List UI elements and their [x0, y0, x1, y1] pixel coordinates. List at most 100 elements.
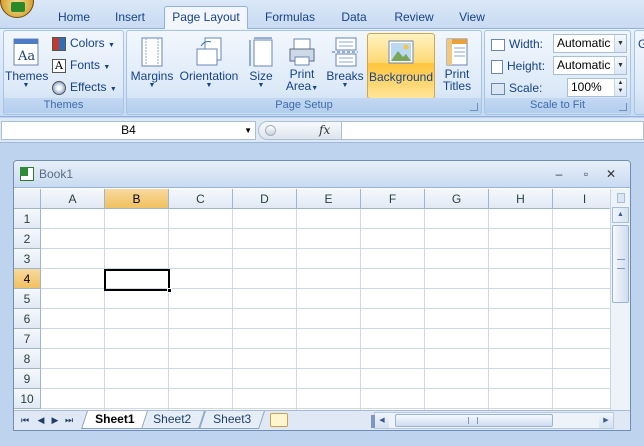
row-header-10[interactable]: 10: [14, 389, 41, 409]
scroll-left-icon[interactable]: ◀: [375, 413, 389, 428]
print-titles-icon: [446, 38, 468, 66]
tab-formulas[interactable]: Formulas: [260, 9, 320, 29]
page-setup-dialog-launcher-icon[interactable]: [470, 103, 478, 111]
height-label-text: Height:: [507, 59, 546, 73]
spinner-arrows-icon[interactable]: ▲ ▼: [614, 79, 626, 96]
print-area-label-2: Area: [285, 79, 312, 93]
width-icon: [491, 38, 505, 51]
effects-button[interactable]: Effects ▼: [52, 77, 117, 97]
tab-data[interactable]: Data: [338, 9, 370, 29]
colors-button[interactable]: Colors ▼: [52, 33, 115, 53]
close-icon[interactable]: ✕: [602, 165, 620, 183]
ribbon-tab-bar: Home Insert Page Layout Formulas Data Re…: [0, 0, 644, 30]
formula-controls: fx: [258, 121, 342, 140]
vertical-scroll-thumb[interactable]: [612, 225, 629, 303]
fill-handle[interactable]: [167, 288, 172, 293]
orientation-button[interactable]: Orientation ▼: [177, 33, 241, 99]
effects-label: Effects: [70, 80, 107, 94]
column-header-e[interactable]: E: [297, 189, 361, 209]
themes-label: Themes: [5, 69, 49, 83]
name-box[interactable]: B4 ▼: [1, 121, 256, 140]
background-button[interactable]: Background: [367, 33, 435, 99]
row-header-4[interactable]: 4: [14, 269, 41, 289]
split-box[interactable]: [617, 193, 625, 203]
width-dropdown[interactable]: Automatic ▼: [553, 34, 627, 53]
column-header-d[interactable]: D: [233, 189, 297, 209]
print-titles-button[interactable]: Print Titles: [437, 33, 477, 99]
office-logo-icon: [11, 2, 25, 12]
column-header-i[interactable]: I: [553, 189, 610, 209]
worksheet-grid[interactable]: A B C D E F G H I 1 2 3 4 5 6 7 8 9 10: [14, 189, 610, 410]
row-header-9[interactable]: 9: [14, 369, 41, 389]
sheet-tab-sheet1[interactable]: Sheet1: [81, 411, 149, 429]
sheet-tab-sheet2[interactable]: Sheet2: [139, 411, 205, 429]
column-header-a[interactable]: A: [41, 189, 105, 209]
themes-button[interactable]: Aa Themes ▼: [5, 33, 49, 99]
restore-icon[interactable]: ▫: [577, 165, 595, 183]
tab-home[interactable]: Home: [56, 9, 92, 29]
scale-spinner[interactable]: 100% ▲ ▼: [567, 78, 627, 97]
workbook-title-bar[interactable]: Book1 – ▫ ✕: [14, 161, 630, 188]
column-header-h[interactable]: H: [489, 189, 553, 209]
formula-bar: B4 ▼ fx: [0, 118, 644, 143]
size-label: Size: [249, 69, 273, 83]
insert-function-button[interactable]: fx: [319, 123, 330, 137]
row-header-2[interactable]: 2: [14, 229, 41, 249]
minimize-icon[interactable]: –: [550, 165, 568, 183]
sheet-tab-label: Sheet2: [153, 412, 192, 426]
column-header-b[interactable]: B: [105, 189, 169, 209]
tab-view[interactable]: View: [456, 9, 488, 29]
chevron-down-icon: ▼: [109, 86, 117, 93]
insert-worksheet-icon[interactable]: [270, 413, 288, 427]
select-all-corner[interactable]: [14, 189, 41, 209]
row-header-5[interactable]: 5: [14, 289, 41, 309]
breaks-button[interactable]: Breaks ▼: [325, 33, 365, 99]
gridline: [552, 209, 553, 410]
chevron-down-icon[interactable]: ▼: [614, 57, 626, 74]
print-area-button[interactable]: Print Area▼: [281, 33, 323, 99]
last-sheet-icon[interactable]: ⏭: [64, 414, 74, 426]
tab-page-layout[interactable]: Page Layout: [164, 6, 248, 30]
first-sheet-icon[interactable]: ⏮: [20, 414, 30, 426]
margins-button[interactable]: Margins ▼: [129, 33, 175, 99]
tab-review[interactable]: Review: [390, 9, 438, 29]
grip-icon: [617, 259, 625, 269]
expand-formula-icon[interactable]: [265, 125, 276, 136]
horizontal-scroll-thumb[interactable]: [395, 414, 553, 427]
chevron-down-icon: ▼: [148, 82, 156, 89]
chevron-down-icon[interactable]: ▼: [244, 122, 252, 139]
gridline: [41, 348, 610, 349]
formula-input[interactable]: [342, 121, 644, 140]
column-header-g[interactable]: G: [425, 189, 489, 209]
next-sheet-icon[interactable]: ▶: [50, 414, 60, 426]
row-header-6[interactable]: 6: [14, 309, 41, 329]
scroll-up-icon[interactable]: ▲: [612, 207, 629, 223]
chevron-down-icon: ▼: [22, 82, 30, 89]
scale-to-fit-dialog-launcher-icon[interactable]: [619, 103, 627, 111]
horizontal-scrollbar[interactable]: ◀ ▶: [371, 412, 614, 429]
row-header-7[interactable]: 7: [14, 329, 41, 349]
row-header-3[interactable]: 3: [14, 249, 41, 269]
gridline: [168, 209, 169, 410]
tab-insert[interactable]: Insert: [108, 9, 152, 29]
office-button[interactable]: [0, 0, 34, 18]
size-button[interactable]: Size ▼: [243, 33, 279, 99]
row-header-1[interactable]: 1: [14, 209, 41, 229]
width-label-text: Width:: [509, 37, 544, 51]
row-header-8[interactable]: 8: [14, 349, 41, 369]
previous-sheet-icon[interactable]: ◀: [36, 414, 46, 426]
height-icon: [491, 59, 503, 74]
column-header-c[interactable]: C: [169, 189, 233, 209]
height-value: Automatic: [557, 58, 611, 72]
height-dropdown[interactable]: Automatic ▼: [553, 56, 627, 75]
sheet-tab-sheet3[interactable]: Sheet3: [199, 411, 265, 429]
chevron-down-icon[interactable]: ▼: [614, 35, 626, 52]
active-cell-b4[interactable]: [104, 269, 172, 293]
vertical-scrollbar[interactable]: ▲: [610, 189, 630, 410]
scale-to-fit-group-label: Scale to Fit: [485, 98, 630, 113]
column-header-f[interactable]: F: [361, 189, 425, 209]
margins-icon: [141, 37, 163, 67]
scale-to-fit-group: Width: Automatic ▼ Height: Automatic ▼ S…: [484, 30, 631, 115]
fonts-button[interactable]: A Fonts ▼: [52, 55, 110, 75]
scroll-right-icon[interactable]: ▶: [599, 413, 613, 428]
